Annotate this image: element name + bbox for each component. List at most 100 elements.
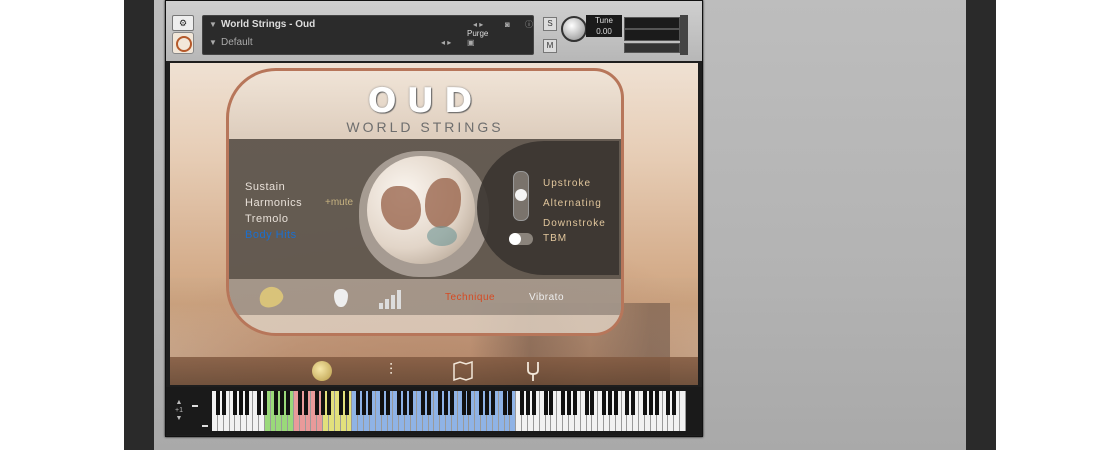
black-key[interactable] <box>397 391 402 415</box>
camera-icon[interactable]: ◙ <box>505 16 510 34</box>
black-key[interactable] <box>508 391 513 415</box>
black-key[interactable] <box>543 391 548 415</box>
mod-wheel-indicator[interactable] <box>202 425 208 427</box>
mute-option[interactable]: +mute <box>325 197 353 208</box>
black-key[interactable] <box>572 391 577 415</box>
black-key[interactable] <box>607 391 612 415</box>
articulation-sustain[interactable]: Sustain <box>245 179 302 195</box>
solo-button[interactable]: S <box>543 17 557 31</box>
black-key[interactable] <box>280 391 285 415</box>
stroke-upstroke[interactable]: Upstroke <box>543 174 606 194</box>
octave-down-icon[interactable]: ▼ <box>172 415 186 423</box>
caret-down-icon[interactable]: ▼ <box>209 34 217 52</box>
black-key[interactable] <box>221 391 226 415</box>
black-key[interactable] <box>566 391 571 415</box>
articulation-tremolo[interactable]: Tremolo <box>245 211 302 227</box>
black-key[interactable] <box>584 391 589 415</box>
map-icon[interactable] <box>452 361 474 381</box>
tune-value: 0.00 <box>596 27 612 36</box>
black-key[interactable] <box>643 391 648 415</box>
black-key[interactable] <box>625 391 630 415</box>
stroke-alternating[interactable]: Alternating <box>543 194 606 214</box>
articulation-harmonics[interactable]: Harmonics <box>245 195 302 211</box>
black-key[interactable] <box>356 391 361 415</box>
black-key[interactable] <box>467 391 472 415</box>
black-key[interactable] <box>321 391 326 415</box>
black-key[interactable] <box>338 391 343 415</box>
black-key[interactable] <box>438 391 443 415</box>
window-side-controls[interactable] <box>680 15 688 55</box>
black-key[interactable] <box>526 391 530 415</box>
globe-page-icon[interactable] <box>312 361 332 381</box>
black-key[interactable] <box>490 391 495 415</box>
black-key[interactable] <box>408 391 413 415</box>
black-key[interactable] <box>549 391 554 415</box>
black-key[interactable] <box>590 391 595 415</box>
tbm-toggle[interactable] <box>509 233 533 245</box>
black-key[interactable] <box>297 391 302 415</box>
prev-next-preset-icon[interactable]: ◂ ▸ <box>441 34 451 52</box>
black-key[interactable] <box>239 391 244 415</box>
black-key[interactable] <box>303 391 308 415</box>
black-key[interactable] <box>215 391 220 415</box>
caret-down-icon[interactable]: ▼ <box>209 16 217 34</box>
black-key[interactable] <box>420 391 425 415</box>
stroke-downstroke[interactable]: Downstroke <box>543 214 606 234</box>
black-key[interactable] <box>561 391 566 415</box>
piano-keyboard[interactable] <box>212 391 686 431</box>
black-key[interactable] <box>479 391 484 415</box>
black-key[interactable] <box>385 391 390 415</box>
volume-slider[interactable] <box>624 43 680 53</box>
black-key[interactable] <box>256 391 261 415</box>
oud-logo: OUD <box>367 81 483 121</box>
black-key[interactable] <box>444 391 449 415</box>
octave-up-icon[interactable]: ▲ <box>172 399 186 407</box>
black-key[interactable] <box>262 391 267 415</box>
pick-icon[interactable] <box>334 289 348 307</box>
tuning-fork-icon[interactable] <box>522 361 544 381</box>
black-key[interactable] <box>631 391 636 415</box>
globe-icon[interactable] <box>367 156 475 264</box>
mute-button[interactable]: M <box>543 39 557 53</box>
black-key[interactable] <box>654 391 659 415</box>
black-key[interactable] <box>531 391 536 415</box>
black-key[interactable] <box>379 391 384 415</box>
black-key[interactable] <box>344 391 349 415</box>
black-key[interactable] <box>274 391 279 415</box>
pitch-wheel-indicator[interactable] <box>192 405 198 407</box>
tab-vibrato[interactable]: Vibrato <box>529 292 564 303</box>
mixer-icon[interactable]: ⫶ <box>380 361 402 381</box>
black-key[interactable] <box>426 391 431 415</box>
black-key[interactable] <box>602 391 607 415</box>
black-key[interactable] <box>672 391 677 415</box>
black-key[interactable] <box>233 391 238 415</box>
black-key[interactable] <box>485 391 490 415</box>
black-key[interactable] <box>461 391 466 415</box>
black-key[interactable] <box>368 391 372 415</box>
instrument-name: World Strings - Oud <box>221 19 316 30</box>
black-key[interactable] <box>362 391 367 415</box>
output-meter-right <box>624 29 680 41</box>
wrench-icon[interactable]: ⚙ <box>172 15 194 31</box>
stroke-direction-switch[interactable] <box>513 171 529 221</box>
black-key[interactable] <box>286 391 291 415</box>
tab-technique[interactable]: Technique <box>445 292 495 303</box>
black-key[interactable] <box>666 391 671 415</box>
tune-knob[interactable] <box>561 16 587 42</box>
purge-dropdown[interactable]: Purge <box>467 29 488 38</box>
black-key[interactable] <box>327 391 332 415</box>
oud-icon[interactable] <box>256 283 286 311</box>
black-key[interactable] <box>613 391 618 415</box>
articulation-body-hits[interactable]: Body Hits <box>245 227 302 243</box>
black-key[interactable] <box>449 391 454 415</box>
white-key[interactable] <box>680 391 686 431</box>
black-key[interactable] <box>315 391 320 415</box>
black-key[interactable] <box>502 391 507 415</box>
black-key[interactable] <box>648 391 653 415</box>
velocity-bars-icon[interactable] <box>379 287 405 309</box>
black-key[interactable] <box>245 391 250 415</box>
octave-shift-control[interactable]: ▲ +1 ▼ <box>172 399 186 425</box>
black-key[interactable] <box>403 391 408 415</box>
black-key[interactable] <box>520 391 525 415</box>
info-icon[interactable]: ⓘ <box>525 16 533 34</box>
